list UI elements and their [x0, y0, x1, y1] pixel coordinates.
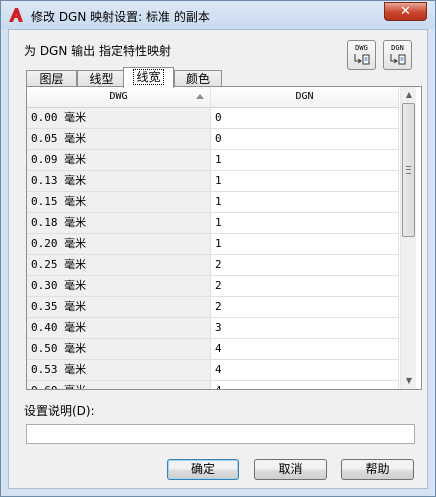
dgn-cell[interactable]: 1	[211, 150, 399, 171]
table-row[interactable]: 0.40 毫米 3	[27, 318, 399, 339]
column-header-dwg[interactable]: DWG	[27, 87, 211, 107]
vertical-scrollbar[interactable]: ▲ ▼	[400, 87, 416, 389]
cancel-button[interactable]: 取消	[254, 459, 327, 480]
dgn-cell[interactable]: 0	[211, 129, 399, 150]
description-label: 设置说明(D):	[24, 404, 95, 418]
dgn-to-dwg-button[interactable]: DGN	[383, 40, 412, 70]
column-header-label: DWG	[109, 91, 128, 102]
tab-label: 线型	[89, 72, 114, 86]
table-row[interactable]: 0.13 毫米 1	[27, 171, 399, 192]
table-row[interactable]: 0.50 毫米 4	[27, 339, 399, 360]
table-row[interactable]: 0.18 毫米 1	[27, 213, 399, 234]
table-row[interactable]: 0.00 毫米 0	[27, 108, 399, 129]
dwg-cell: 0.15 毫米	[27, 192, 211, 213]
table-header: DWG DGN	[27, 87, 399, 108]
table-row[interactable]: 0.25 毫米 2	[27, 255, 399, 276]
dwg-cell: 0.50 毫米	[27, 339, 211, 360]
dgn-cell[interactable]: 1	[211, 213, 399, 234]
tab-label: 颜色	[185, 72, 210, 86]
dwg-cell: 0.30 毫米	[27, 276, 211, 297]
dgn-cell[interactable]: 1	[211, 234, 399, 255]
tab-layers[interactable]: 图层	[26, 70, 77, 87]
table-row[interactable]: 0.15 毫米 1	[27, 192, 399, 213]
table-row[interactable]: 0.53 毫米 4	[27, 360, 399, 381]
dgn-cell[interactable]: 2	[211, 297, 399, 318]
map-arrow-icon	[354, 54, 369, 65]
dwg-to-dgn-button[interactable]: DWG	[347, 40, 376, 70]
dgn-cell[interactable]: 2	[211, 276, 399, 297]
dgn-cell[interactable]: 1	[211, 171, 399, 192]
close-button[interactable]: ✕	[384, 2, 427, 21]
table-row[interactable]: 0.35 毫米 2	[27, 297, 399, 318]
dgn-button-label: DGN	[391, 44, 404, 52]
dgn-cell[interactable]: 0	[211, 108, 399, 129]
table-row[interactable]: 0.05 毫米 0	[27, 129, 399, 150]
lineweight-panel: DWG DGN 0.00 毫米 0 0.05 毫米 0 0.09 毫米 1 0.…	[26, 86, 422, 390]
column-header-label: DGN	[295, 91, 314, 102]
dwg-cell: 0.18 毫米	[27, 213, 211, 234]
scrollbar-thumb[interactable]	[402, 103, 415, 237]
column-header-dgn[interactable]: DGN	[211, 87, 399, 107]
table-row[interactable]: 0.30 毫米 2	[27, 276, 399, 297]
map-arrow-icon	[390, 54, 405, 65]
table-row[interactable]: 0.09 毫米 1	[27, 150, 399, 171]
dgn-cell[interactable]: 1	[211, 192, 399, 213]
dwg-cell: 0.09 毫米	[27, 150, 211, 171]
tab-strip: 图层 线型 线宽 颜色	[26, 67, 426, 88]
scroll-up-arrow-icon[interactable]: ▲	[401, 87, 417, 103]
dwg-cell: 0.13 毫米	[27, 171, 211, 192]
dwg-cell: 0.60 毫米	[27, 381, 211, 389]
dwg-cell: 0.05 毫米	[27, 129, 211, 150]
dgn-cell[interactable]: 3	[211, 318, 399, 339]
autocad-a-icon	[8, 7, 24, 23]
dwg-button-label: DWG	[355, 44, 368, 52]
lineweight-table: DWG DGN 0.00 毫米 0 0.05 毫米 0 0.09 毫米 1 0.…	[27, 87, 399, 389]
window-title: 修改 DGN 映射设置: 标准 的副本	[31, 10, 210, 24]
tab-linetypes[interactable]: 线型	[77, 70, 126, 87]
ok-button[interactable]: 确定	[167, 459, 239, 480]
table-row[interactable]: 0.20 毫米 1	[27, 234, 399, 255]
dialog-body: 为 DGN 输出 指定特性映射 DWG DGN 图层 线型 线宽 颜色 DWG …	[8, 29, 428, 489]
description-input[interactable]	[26, 424, 415, 444]
dialog-window: 修改 DGN 映射设置: 标准 的副本 ✕ 为 DGN 输出 指定特性映射 DW…	[0, 0, 436, 497]
table-row[interactable]: 0.60 毫米 4	[27, 381, 399, 389]
dwg-cell: 0.53 毫米	[27, 360, 211, 381]
dgn-cell[interactable]: 4	[211, 339, 399, 360]
grip-icon	[406, 166, 411, 174]
help-button[interactable]: 帮助	[341, 459, 414, 480]
title-bar[interactable]: 修改 DGN 映射设置: 标准 的副本 ✕	[1, 1, 435, 29]
dwg-cell: 0.25 毫米	[27, 255, 211, 276]
sort-ascending-icon	[196, 94, 204, 99]
tab-label: 线宽	[133, 69, 164, 85]
dwg-cell: 0.35 毫米	[27, 297, 211, 318]
tab-colors[interactable]: 颜色	[174, 70, 222, 87]
mapping-heading: 为 DGN 输出 指定特性映射	[24, 44, 171, 58]
scroll-down-arrow-icon[interactable]: ▼	[401, 373, 417, 389]
dgn-cell[interactable]: 4	[211, 381, 399, 389]
tab-label: 图层	[39, 72, 64, 86]
dgn-cell[interactable]: 2	[211, 255, 399, 276]
tab-lineweights[interactable]: 线宽	[123, 67, 174, 88]
dgn-cell[interactable]: 4	[211, 360, 399, 381]
dwg-cell: 0.20 毫米	[27, 234, 211, 255]
dwg-cell: 0.40 毫米	[27, 318, 211, 339]
dwg-cell: 0.00 毫米	[27, 108, 211, 129]
